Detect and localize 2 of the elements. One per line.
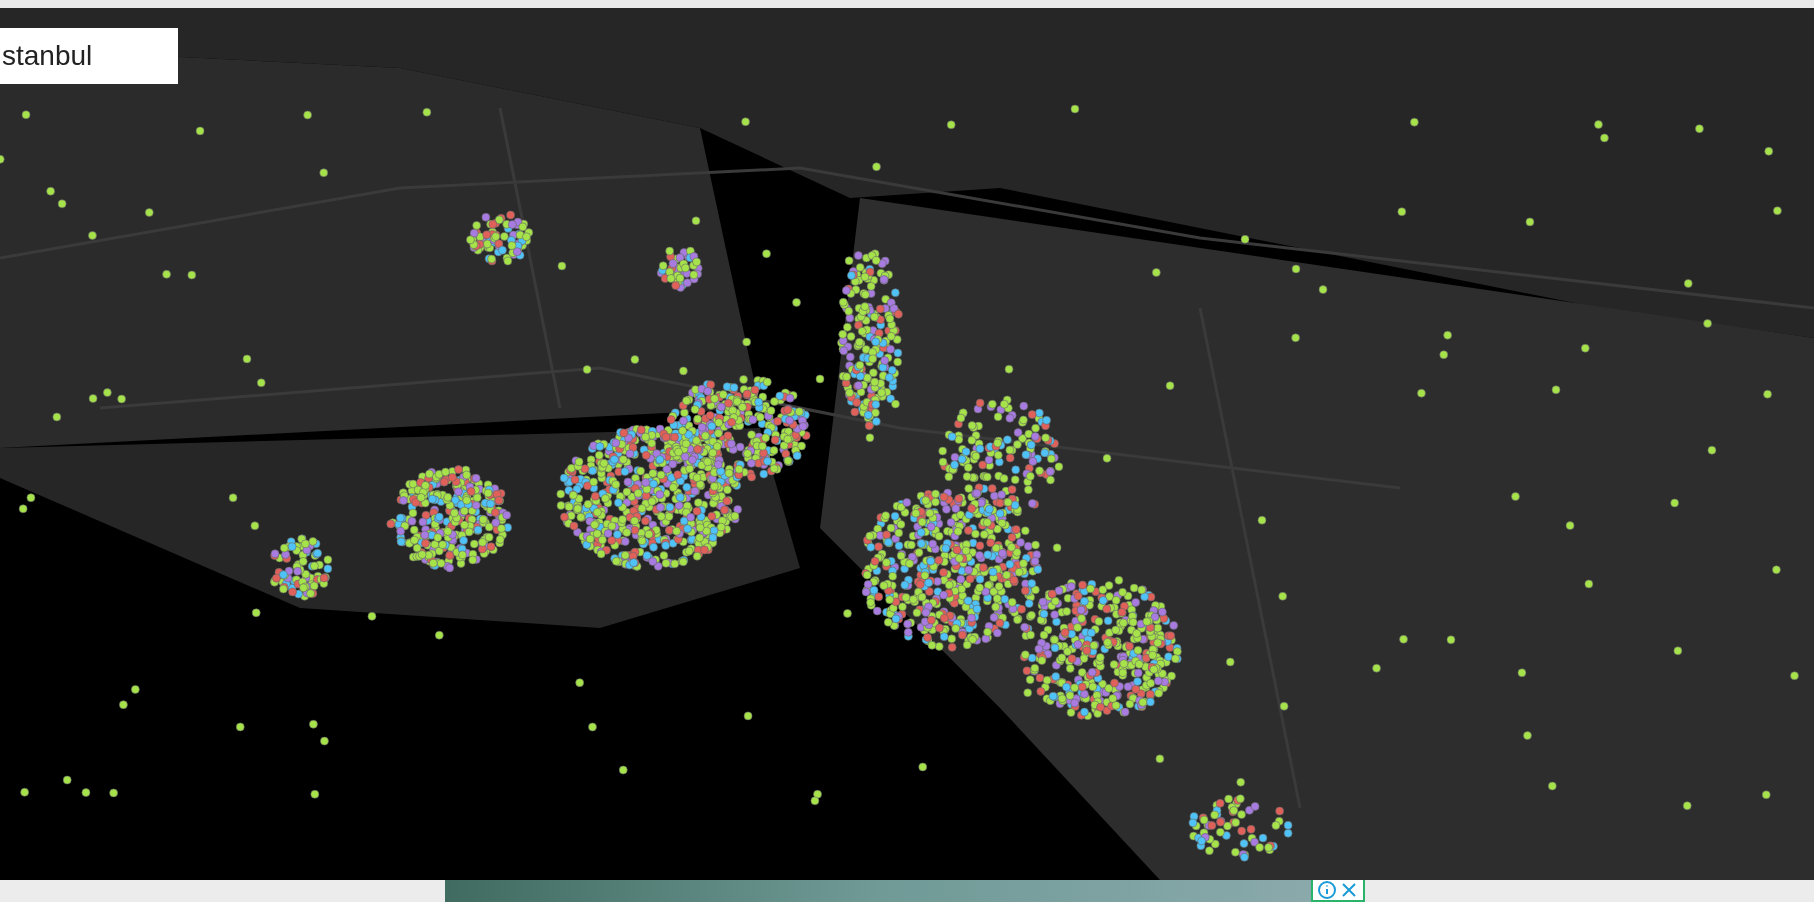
info-icon[interactable] <box>1317 880 1337 900</box>
map-label: stanbul <box>0 28 178 84</box>
